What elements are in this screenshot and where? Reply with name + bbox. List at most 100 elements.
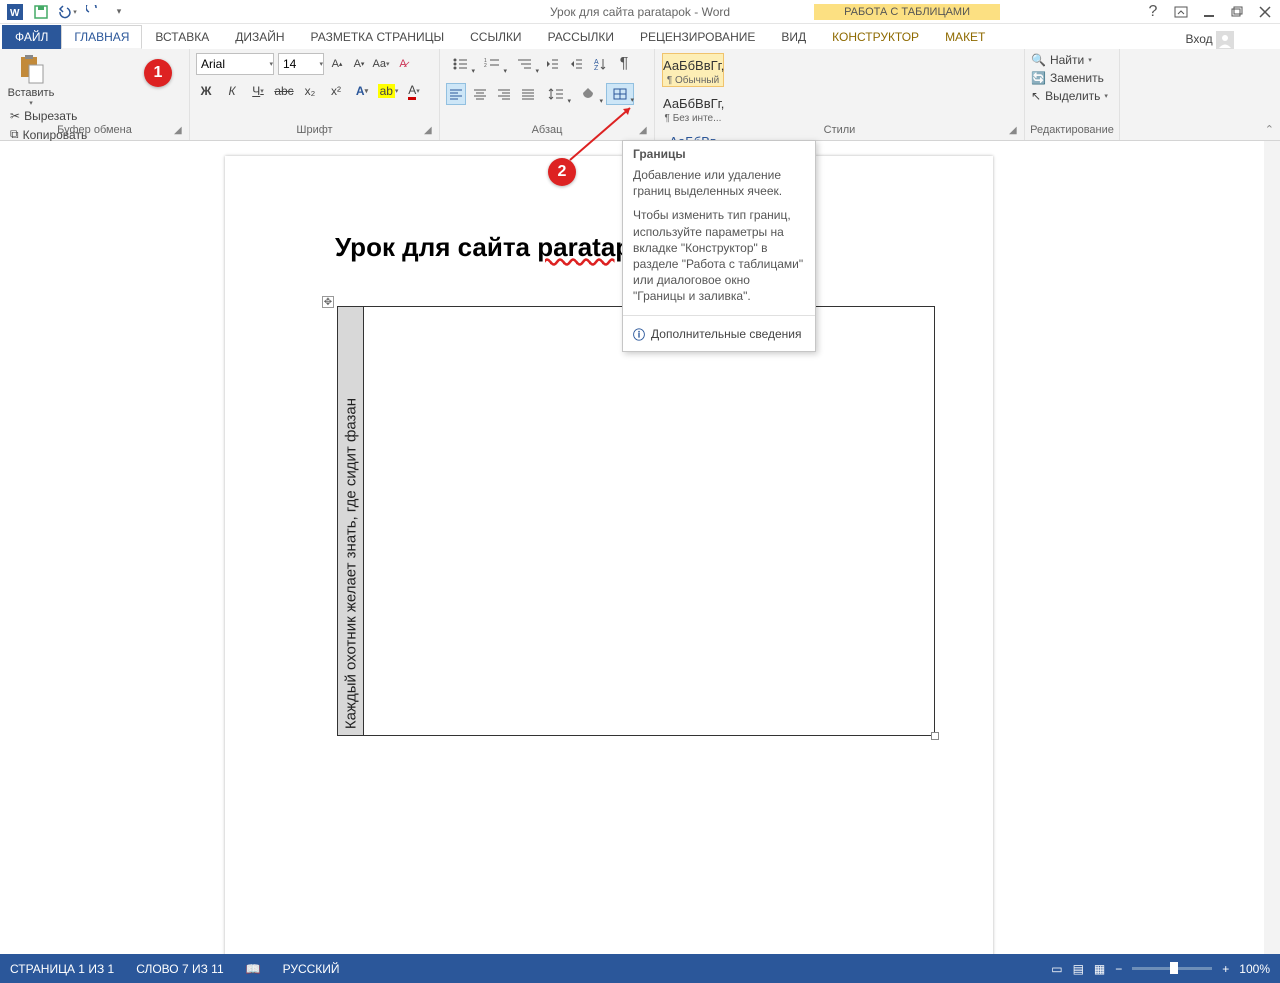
signin-link[interactable]: Вход [1186,31,1280,49]
clipboard-launcher-icon[interactable]: ◢ [174,125,186,137]
decrease-indent-icon[interactable] [542,53,562,75]
show-marks-icon[interactable]: ¶ [614,53,634,75]
find-button[interactable]: 🔍Найти ▾ [1031,51,1113,69]
tab-design[interactable]: ДИЗАЙН [222,25,297,49]
clear-formatting-icon[interactable]: A̷ [394,55,412,73]
tab-page-layout[interactable]: РАЗМЕТКА СТРАНИЦЫ [298,25,458,49]
group-label-editing: Редактирование [1025,122,1119,138]
table-resize-handle-icon[interactable] [931,732,939,740]
numbering-icon[interactable]: 12▾ [478,53,506,75]
shading-icon[interactable]: ▾ [574,83,602,105]
scissors-icon: ✂ [10,109,20,123]
paste-button[interactable]: Вставить ▾ [6,51,56,107]
zoom-slider[interactable] [1132,967,1212,970]
multilevel-list-icon[interactable]: ▾ [510,53,538,75]
print-layout-icon[interactable]: ▤ [1073,962,1084,976]
borders-tooltip: Границы Добавление или удаление границ в… [622,140,816,352]
line-spacing-icon[interactable]: ▾ [542,83,570,105]
change-case-button[interactable]: Aa▾ [372,55,390,73]
svg-text:2: 2 [484,63,487,69]
underline-button[interactable]: Ч▾ [248,81,268,101]
status-language[interactable]: РУССКИЙ [283,962,340,976]
bold-button[interactable]: Ж [196,81,216,101]
replace-button[interactable]: 🔄Заменить [1031,69,1113,87]
word-icon[interactable]: W [4,1,26,23]
qat-customize-icon[interactable]: ▾ [108,1,130,23]
minimize-icon[interactable] [1198,2,1220,22]
document-title: Урок для сайта paratapok - Word [550,5,730,19]
status-page[interactable]: СТРАНИЦА 1 ИЗ 1 [10,962,114,976]
ribbon: Вставить ▾ ✂Вырезать ⧉Копировать 🖌Формат… [0,49,1280,141]
paste-label: Вставить [8,87,55,99]
help-icon[interactable]: ? [1142,2,1164,22]
status-words[interactable]: СЛОВО 7 ИЗ 11 [136,962,223,976]
increase-indent-icon[interactable] [566,53,586,75]
status-bar: СТРАНИЦА 1 ИЗ 1 СЛОВО 7 ИЗ 11 📖 РУССКИЙ … [0,954,1280,983]
tab-insert[interactable]: ВСТАВКА [142,25,222,49]
collapse-ribbon-icon[interactable]: ⌃ [1265,123,1274,136]
group-styles: АаБбВвГг,¶ Обычный АаБбВвГг,¶ Без инте..… [655,49,1025,140]
undo-icon[interactable]: ▾ [56,1,78,23]
italic-button[interactable]: К [222,81,242,101]
text-effects-icon[interactable]: A▾ [352,81,372,101]
align-center-icon[interactable] [470,83,490,105]
proofing-icon[interactable]: 📖 [246,962,261,976]
shrink-font-icon[interactable]: A▾ [350,55,368,73]
save-icon[interactable] [30,1,52,23]
tab-table-layout[interactable]: МАКЕТ [932,25,998,49]
style-no-spacing[interactable]: АаБбВвГг,¶ Без инте... [662,91,724,125]
tab-mailings[interactable]: РАССЫЛКИ [535,25,627,49]
group-label-clipboard: Буфер обмена [0,122,189,138]
tab-table-design[interactable]: КОНСТРУКТОР [819,25,932,49]
tooltip-title: Границы [623,141,815,165]
grow-font-icon[interactable]: A▴ [328,55,346,73]
group-label-paragraph: Абзац [440,122,654,138]
table-move-handle-icon[interactable]: ✥ [322,296,334,308]
zoom-out-icon[interactable]: − [1115,962,1122,976]
web-layout-icon[interactable]: ▦ [1094,962,1105,976]
align-justify-icon[interactable] [518,83,538,105]
select-button[interactable]: ↖Выделить▾ [1031,87,1113,105]
zoom-in-icon[interactable]: + [1222,962,1229,976]
tab-file[interactable]: ФАЙЛ [2,25,61,49]
tab-view[interactable]: ВИД [768,25,819,49]
ribbon-tabs: ФАЙЛ ГЛАВНАЯ ВСТАВКА ДИЗАЙН РАЗМЕТКА СТР… [0,24,1280,49]
close-icon[interactable] [1254,2,1276,22]
font-size-combo[interactable]: 14▾ [278,53,324,75]
group-label-font: Шрифт [190,122,439,138]
tab-review[interactable]: РЕЦЕНЗИРОВАНИЕ [627,25,768,49]
redo-icon[interactable] [82,1,104,23]
quick-access-toolbar: W ▾ ▾ [0,1,130,23]
font-name-combo[interactable]: Arial▾ [196,53,274,75]
superscript-button[interactable]: x² [326,81,346,101]
bullets-icon[interactable]: ▾ [446,53,474,75]
page[interactable]: Урок для сайта paratapok ✥ Каждый охотни… [225,156,993,954]
vertical-scrollbar[interactable] [1264,141,1280,954]
borders-button[interactable]: ▾ [606,83,634,105]
restore-icon[interactable] [1226,2,1248,22]
align-left-icon[interactable] [446,83,466,105]
group-label-styles: Стили [655,122,1024,138]
zoom-level[interactable]: 100% [1239,962,1270,976]
replace-icon: 🔄 [1031,71,1046,85]
font-launcher-icon[interactable]: ◢ [424,125,436,137]
styles-launcher-icon[interactable]: ◢ [1009,125,1021,137]
table[interactable]: Каждый охотник желает знать, где сидит ф… [337,306,935,736]
group-paragraph: ▾ 12▾ ▾ AZ ¶ ▾ ▾ ▾ Абзац ◢ [440,49,655,140]
sort-icon[interactable]: AZ [590,53,610,75]
tab-home[interactable]: ГЛАВНАЯ [61,25,142,49]
style-normal[interactable]: АаБбВвГг,¶ Обычный [662,53,724,87]
read-mode-icon[interactable]: ▭ [1051,962,1062,976]
highlight-color-icon[interactable]: ab▾ [378,81,398,101]
tab-references[interactable]: ССЫЛКИ [457,25,534,49]
group-editing: 🔍Найти ▾ 🔄Заменить ↖Выделить▾ Редактиров… [1025,49,1120,140]
svg-text:W: W [10,8,20,19]
ribbon-display-icon[interactable] [1170,2,1192,22]
align-right-icon[interactable] [494,83,514,105]
strikethrough-button[interactable]: abc [274,81,294,101]
table-cell-rotated[interactable]: Каждый охотник желает знать, где сидит ф… [338,307,364,735]
tooltip-more-info[interactable]: ⓘДополнительные сведения [623,320,815,351]
subscript-button[interactable]: x₂ [300,81,320,101]
paragraph-launcher-icon[interactable]: ◢ [639,125,651,137]
font-color-icon[interactable]: A▾ [404,81,424,101]
